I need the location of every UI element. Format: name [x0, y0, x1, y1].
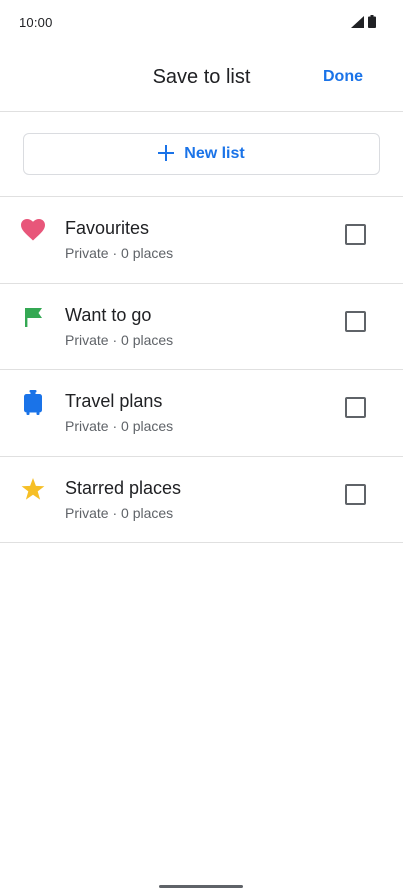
- favourites-checkbox[interactable]: [345, 224, 366, 245]
- list-subtitle: Private · 0 places: [65, 418, 174, 434]
- new-list-label: New list: [184, 145, 245, 162]
- cellular-signal-icon: [351, 15, 364, 33]
- saved-lists: Favourites Private · 0 places Want to go…: [0, 197, 403, 543]
- list-item-favourites[interactable]: Favourites Private · 0 places: [0, 197, 403, 284]
- status-bar: 10:00: [0, 0, 403, 46]
- status-time: 10:00: [19, 15, 53, 30]
- travel-plans-checkbox[interactable]: [345, 397, 366, 418]
- list-name: Favourites: [65, 218, 150, 238]
- want-to-go-checkbox[interactable]: [345, 310, 366, 332]
- battery-icon: [368, 15, 376, 33]
- star-icon: [20, 477, 46, 503]
- list-item-starred-places[interactable]: Starred places Private · 0 places: [0, 457, 403, 543]
- list-item-travel-plans[interactable]: Travel plans Private · 0 places: [0, 370, 403, 457]
- list-subtitle: Private · 0 places: [65, 504, 174, 521]
- plus-icon: [158, 144, 175, 164]
- starred-places-checkbox[interactable]: [345, 483, 366, 505]
- gesture-nav-handle[interactable]: [159, 885, 243, 888]
- flag-icon: [20, 304, 46, 330]
- new-list-button[interactable]: New list: [23, 133, 380, 175]
- suitcase-icon: [20, 390, 46, 416]
- list-subtitle: Private · 0 places: [65, 245, 174, 261]
- done-button[interactable]: Done: [323, 68, 363, 86]
- status-icons: [351, 15, 376, 33]
- list-name: Starred places: [65, 477, 182, 498]
- list-name: Travel plans: [65, 391, 163, 411]
- app-bar: Save to list Done: [0, 46, 403, 112]
- list-subtitle: Private · 0 places: [65, 331, 174, 348]
- list-item-want-to-go[interactable]: Want to go Private · 0 places: [0, 284, 403, 370]
- heart-icon: [20, 217, 46, 243]
- list-name: Want to go: [65, 304, 152, 325]
